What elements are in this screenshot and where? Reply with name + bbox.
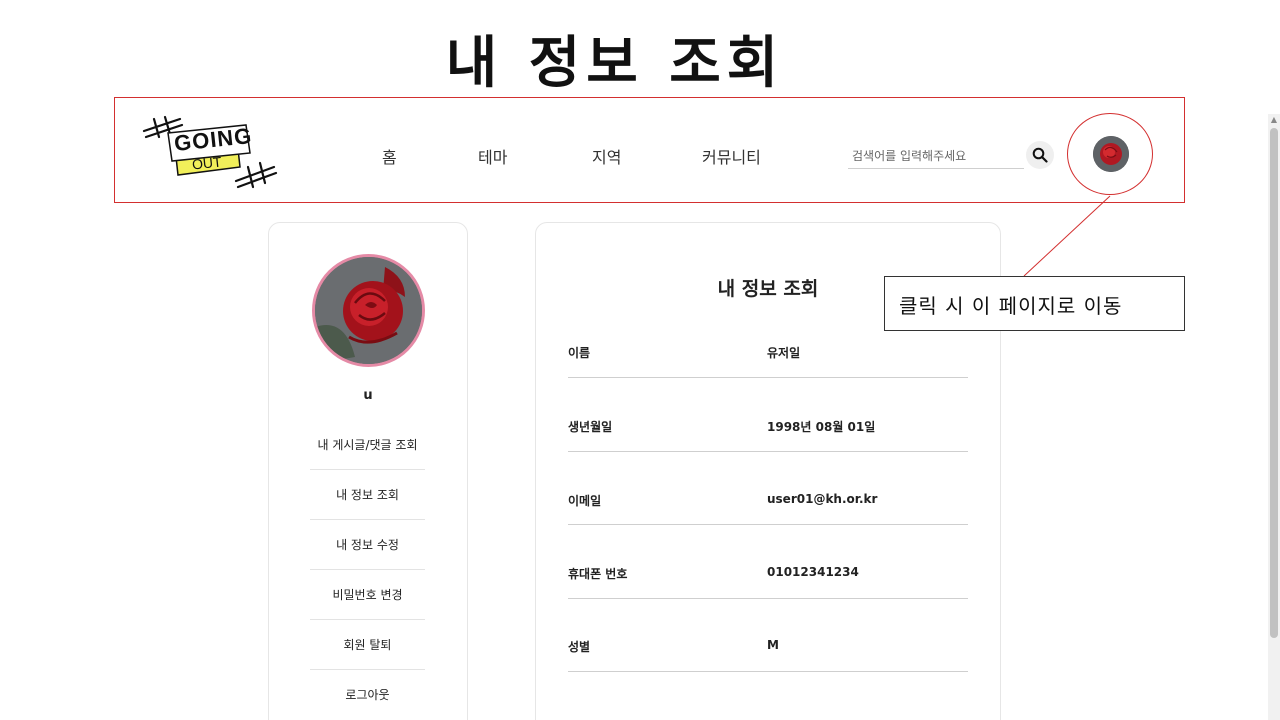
info-value: user01@kh.or.kr: [767, 492, 878, 506]
header-profile-avatar[interactable]: [1093, 136, 1129, 172]
info-row-birth: 생년월일 1998년 08월 01일: [568, 378, 968, 452]
logo-bottom-text: OUT: [191, 153, 223, 173]
menu-change-password[interactable]: 비밀번호 변경: [310, 570, 425, 620]
nav-home[interactable]: 홈: [382, 144, 397, 168]
info-row-phone: 휴대폰 번호 01012341234: [568, 525, 968, 599]
info-value: 1998년 08월 01일: [767, 420, 876, 434]
info-value: 유저일: [767, 346, 801, 360]
info-label: 생년월일: [568, 420, 613, 434]
menu-my-posts[interactable]: 내 게시글/댓글 조회: [310, 420, 425, 470]
info-label: 이메일: [568, 494, 602, 508]
search-button[interactable]: [1026, 141, 1054, 169]
nav-theme[interactable]: 테마: [478, 144, 507, 168]
rose-avatar-icon: [1093, 136, 1129, 172]
info-value: 01012341234: [767, 565, 859, 579]
page-scrollbar[interactable]: ▲: [1268, 114, 1280, 720]
sidebar-menu: 내 게시글/댓글 조회 내 정보 조회 내 정보 수정 비밀번호 변경 회원 탈…: [310, 420, 425, 720]
scroll-up-icon[interactable]: ▲: [1268, 114, 1280, 126]
nav-region[interactable]: 지역: [592, 144, 621, 168]
info-row-gender: 성별 M: [568, 598, 968, 672]
sidebar-username: u: [363, 388, 373, 403]
menu-withdraw[interactable]: 회원 탈퇴: [310, 620, 425, 670]
menu-logout[interactable]: 로그아웃: [310, 670, 425, 720]
info-value: M: [767, 638, 779, 652]
info-label: 휴대폰 번호: [568, 567, 628, 581]
scroll-thumb[interactable]: [1270, 128, 1278, 638]
search-input[interactable]: [848, 143, 1024, 169]
info-row-email: 이메일 user01@kh.or.kr: [568, 451, 968, 525]
menu-my-info[interactable]: 내 정보 조회: [310, 470, 425, 520]
slide-title: 내 정보 조회: [445, 31, 785, 96]
profile-avatar-large: [312, 254, 425, 367]
nav-community[interactable]: 커뮤니티: [702, 144, 761, 168]
info-label: 이름: [568, 346, 591, 360]
menu-edit-info[interactable]: 내 정보 수정: [310, 520, 425, 570]
info-label: 성별: [568, 640, 591, 654]
going-out-logo[interactable]: GOING OUT: [140, 115, 280, 190]
search-icon: [1032, 147, 1048, 163]
rose-avatar-icon: [315, 257, 422, 364]
callout-box: 클릭 시 이 페이지로 이동: [884, 276, 1185, 331]
